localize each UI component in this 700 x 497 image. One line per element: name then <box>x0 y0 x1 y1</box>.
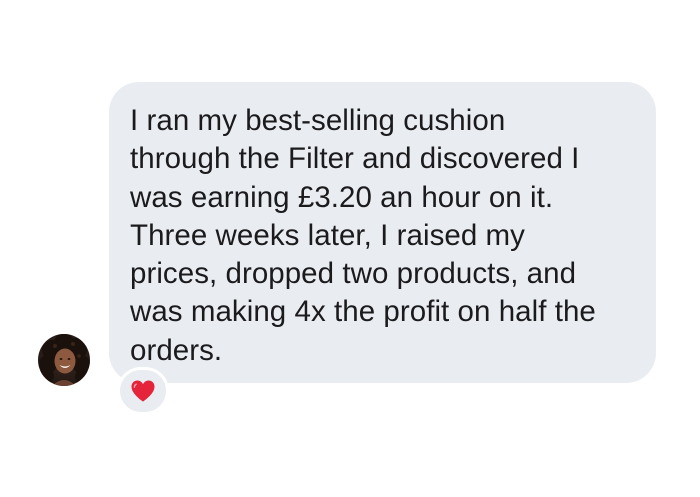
sender-avatar[interactable] <box>38 334 90 386</box>
heart-reaction[interactable] <box>117 367 169 415</box>
message-bubble[interactable]: I ran my best-selling cushion through th… <box>109 82 656 383</box>
message-text: I ran my best-selling cushion through th… <box>130 104 596 367</box>
red-heart-icon <box>131 380 155 402</box>
avatar-photo-icon <box>38 334 90 386</box>
